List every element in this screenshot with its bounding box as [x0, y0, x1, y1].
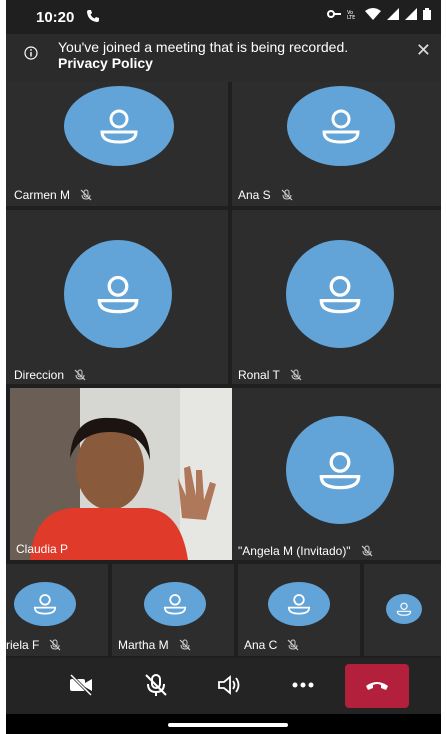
- participant-tile-ana-c[interactable]: Ana C: [238, 564, 360, 656]
- participant-name: "Angela M (Invitado)": [238, 544, 373, 558]
- recording-banner: You've joined a meeting that is being re…: [6, 34, 441, 82]
- avatar: [64, 86, 174, 166]
- speaker-icon[interactable]: [216, 672, 242, 698]
- battery-icon: [423, 8, 431, 20]
- participant-label: Ana S: [238, 188, 271, 202]
- person-icon: [163, 594, 187, 615]
- participant-label: Ana C: [244, 638, 278, 652]
- mic-off-icon: [290, 369, 302, 381]
- person-icon: [319, 451, 361, 490]
- participant-tile-gabriela[interactable]: riela F: [6, 564, 108, 656]
- person-icon: [319, 275, 361, 314]
- participant-tile-martha[interactable]: Martha M: [112, 564, 234, 656]
- mic-off-icon: [281, 189, 293, 201]
- phone-screen: 10:20 Vo LTE You've joined a meeting that…: [6, 0, 441, 734]
- signal-icon: [387, 8, 399, 20]
- person-icon: [287, 594, 311, 615]
- banner-message: You've joined a meeting that is being re…: [58, 39, 349, 55]
- status-icons: Vo LTE: [327, 8, 431, 20]
- phone-icon: [87, 10, 99, 22]
- participant-label: Direccion: [14, 368, 65, 382]
- svg-text:LTE: LTE: [347, 15, 355, 20]
- participant-name: riela F: [6, 638, 61, 652]
- mic-off-icon: [179, 639, 191, 651]
- avatar: [144, 582, 206, 626]
- info-icon: [24, 46, 38, 60]
- mic-off-icon: [361, 545, 373, 557]
- more-icon[interactable]: [290, 672, 316, 698]
- participant-tile-carmen[interactable]: Carmen M: [6, 82, 228, 206]
- participant-label: "Angela M (Invitado)": [238, 544, 351, 558]
- participant-tile-overflow[interactable]: [364, 564, 441, 656]
- avatar: [268, 582, 330, 626]
- home-indicator[interactable]: [168, 723, 288, 727]
- participant-tile-angela[interactable]: "Angela M (Invitado)": [232, 388, 441, 560]
- participant-video-claudia[interactable]: Claudia P: [10, 388, 232, 560]
- avatar: [386, 594, 422, 624]
- person-icon: [33, 594, 57, 615]
- close-icon[interactable]: ✕: [416, 40, 431, 61]
- avatar: [287, 86, 395, 166]
- avatar: [286, 240, 394, 348]
- mic-off-icon: [80, 189, 92, 201]
- participant-name: Ronal T: [238, 368, 302, 382]
- wifi-icon: [365, 8, 381, 20]
- participant-name: Carmen M: [14, 188, 92, 202]
- participant-label: Ronal T: [238, 368, 280, 382]
- participant-tile-direccion[interactable]: Direccion: [6, 210, 228, 384]
- person-icon: [322, 109, 360, 144]
- navigation-bar: [6, 714, 441, 734]
- signal-icon-2: [405, 8, 417, 20]
- avatar: [286, 416, 394, 524]
- key-icon: [327, 10, 341, 18]
- avatar: [14, 582, 76, 626]
- participant-name: Martha M: [118, 638, 191, 652]
- person-icon: [97, 275, 139, 314]
- hangup-icon: [366, 682, 388, 690]
- mic-off-icon[interactable]: [143, 672, 169, 698]
- participant-name: Ana S: [238, 188, 293, 202]
- participant-label: Carmen M: [14, 188, 71, 202]
- camera-off-icon[interactable]: [68, 672, 94, 698]
- mic-off-icon: [49, 639, 61, 651]
- person-icon: [396, 602, 412, 616]
- participant-label: Claudia P: [16, 542, 69, 556]
- banner-text: You've joined a meeting that is being re…: [58, 39, 348, 71]
- volte-icon: VoLTE: [347, 10, 355, 20]
- status-bar: 10:20 Vo LTE: [6, 0, 441, 34]
- avatar: [64, 240, 172, 348]
- participant-name: Ana C: [244, 638, 299, 652]
- status-time: 10:20: [36, 9, 75, 26]
- participant-label: riela F: [6, 638, 40, 652]
- video-feed: [10, 388, 232, 560]
- mic-off-icon: [74, 369, 86, 381]
- privacy-policy-link[interactable]: Privacy Policy: [58, 55, 348, 71]
- person-icon: [100, 109, 138, 144]
- participant-name: Claudia P: [16, 542, 68, 556]
- participant-tile-ronal[interactable]: Ronal T: [232, 210, 441, 384]
- participant-tile-ana-s[interactable]: Ana S: [232, 82, 441, 206]
- participant-name: Direccion: [14, 368, 86, 382]
- mic-off-icon: [287, 639, 299, 651]
- hangup-button[interactable]: [345, 664, 409, 708]
- participant-label: Martha M: [118, 638, 169, 652]
